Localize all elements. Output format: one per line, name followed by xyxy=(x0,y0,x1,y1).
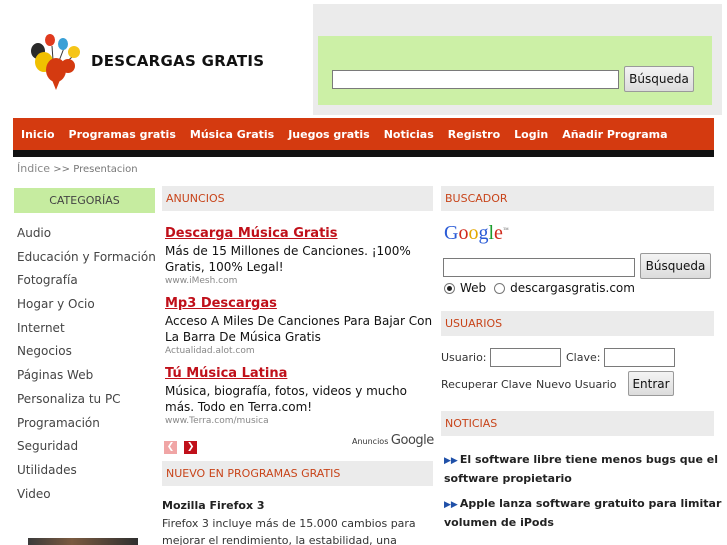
nav-item-anadir-programa[interactable]: Añadir Programa xyxy=(562,128,667,141)
google-logo-letter: g xyxy=(478,222,489,244)
username-label: Usuario: xyxy=(441,351,487,364)
category-utilidades[interactable]: Utilidades xyxy=(17,459,156,483)
username-input[interactable] xyxy=(490,348,561,367)
breadcrumb: Índice >> Presentacion xyxy=(17,162,138,175)
site-search-input[interactable] xyxy=(332,70,619,89)
double-chevron-right-icon: ▶▶ xyxy=(444,456,458,466)
ad-text: Más de 15 Millones de Canciones. ¡100% G… xyxy=(165,244,411,274)
main-nav: Inicio Programas gratis Música Gratis Ju… xyxy=(13,118,714,150)
ad-url[interactable]: www.iMesh.com xyxy=(165,276,435,286)
recover-password-link[interactable]: Recuperar Clave xyxy=(441,378,532,391)
news-item[interactable]: ▶▶ El software libre tiene menos bugs que… xyxy=(444,451,724,487)
ad-title-link[interactable]: Tú Música Latina xyxy=(165,366,435,381)
ad-title-link[interactable]: Mp3 Descargas xyxy=(165,296,435,311)
ad-prev-arrow-icon[interactable]: ❮ xyxy=(164,441,177,454)
nav-item-musica-gratis[interactable]: Música Gratis xyxy=(190,128,274,141)
category-internet[interactable]: Internet xyxy=(17,317,156,341)
site-title: DESCARGAS GRATIS xyxy=(91,52,265,70)
radio-site-label: descargasgratis.com xyxy=(510,281,635,295)
news-item-text: Apple lanza software gratuito para limit… xyxy=(444,497,722,529)
categories-header: CATEGORÍAS xyxy=(14,188,155,213)
balloons-logo-icon xyxy=(31,34,80,90)
ad-item: Tú Música Latina Música, biografía, foto… xyxy=(165,366,435,426)
ad-item: Descarga Música Gratis Más de 15 Millone… xyxy=(165,226,435,286)
news-item[interactable]: ▶▶ Apple lanza software gratuito para lim… xyxy=(444,495,724,531)
password-input[interactable] xyxy=(604,348,675,367)
ads-by-prefix: Anuncios xyxy=(352,437,389,446)
password-label: Clave: xyxy=(566,351,601,364)
category-video[interactable]: Video xyxy=(17,483,156,507)
login-button[interactable]: Entrar xyxy=(628,371,674,396)
ads-header: ANUNCIOS xyxy=(162,186,433,211)
google-logo-letter: G xyxy=(444,222,459,244)
category-fotografia[interactable]: Fotografía xyxy=(17,269,156,293)
google-logo: Google™ xyxy=(444,222,509,245)
buscador-header: BUSCADOR xyxy=(441,186,714,211)
ad-item: Mp3 Descargas Acceso A Miles De Cancione… xyxy=(165,296,435,356)
noticias-header: NOTICIAS xyxy=(441,411,714,436)
category-audio[interactable]: Audio xyxy=(17,222,156,246)
nav-item-login[interactable]: Login xyxy=(514,128,548,141)
breadcrumb-home[interactable]: Índice xyxy=(17,162,50,175)
radio-site[interactable] xyxy=(494,282,506,294)
category-paginas-web[interactable]: Páginas Web xyxy=(17,364,156,388)
site-search-button[interactable]: Búsqueda xyxy=(624,66,694,92)
category-negocios[interactable]: Negocios xyxy=(17,340,156,364)
news-item-text: El software libre tiene menos bugs que e… xyxy=(444,453,719,485)
search-scope-options: Web descargasgratis.com xyxy=(444,281,643,295)
ad-next-arrow-icon[interactable]: ❯ xyxy=(184,441,198,454)
ad-url[interactable]: www.Terra.com/musica xyxy=(165,416,435,426)
google-logo-tm: ™ xyxy=(502,227,509,234)
google-logo-letter: o xyxy=(468,222,479,244)
categories-list: Audio Educación y Formación Fotografía H… xyxy=(17,222,156,506)
nav-item-programas-gratis[interactable]: Programas gratis xyxy=(69,128,176,141)
category-hogar-ocio[interactable]: Hogar y Ocio xyxy=(17,293,156,317)
ad-url[interactable]: Actualidad.alot.com xyxy=(165,346,435,356)
ads-by-google[interactable]: Anuncios Google xyxy=(352,433,434,448)
google-search-input[interactable] xyxy=(443,258,635,277)
breadcrumb-separator: >> xyxy=(53,164,71,175)
radio-web[interactable] xyxy=(444,282,455,294)
ads-by-brand: Google xyxy=(390,433,434,448)
nav-item-noticias[interactable]: Noticias xyxy=(384,128,434,141)
nav-bottom-bar xyxy=(13,150,714,157)
site-logo[interactable]: DESCARGAS GRATIS xyxy=(28,30,288,92)
ad-text: Música, biografía, fotos, videos y mucho… xyxy=(165,384,407,414)
ad-pager: ❮ ❯ xyxy=(164,434,199,454)
category-seguridad[interactable]: Seguridad xyxy=(17,435,156,459)
nav-item-registro[interactable]: Registro xyxy=(448,128,500,141)
new-user-link[interactable]: Nuevo Usuario xyxy=(536,378,617,391)
category-personaliza-pc[interactable]: Personaliza tu PC xyxy=(17,388,156,412)
ad-title-link[interactable]: Descarga Música Gratis xyxy=(165,226,435,241)
double-chevron-right-icon: ▶▶ xyxy=(444,500,458,510)
google-search-button[interactable]: Búsqueda xyxy=(640,253,711,279)
nav-item-inicio[interactable]: Inicio xyxy=(21,128,55,141)
nav-item-juegos-gratis[interactable]: Juegos gratis xyxy=(288,128,370,141)
breadcrumb-current: Presentacion xyxy=(73,164,138,175)
category-educacion[interactable]: Educación y Formación xyxy=(17,246,156,270)
program-title[interactable]: Mozilla Firefox 3 xyxy=(162,499,265,512)
radio-web-label: Web xyxy=(460,281,487,295)
google-logo-letter: o xyxy=(458,222,469,244)
google-logo-letter: e xyxy=(494,222,503,244)
usuarios-header: USUARIOS xyxy=(441,311,714,336)
sidebar-thumbnail-image[interactable] xyxy=(28,538,138,545)
new-programs-header: NUEVO EN PROGRAMAS GRATIS xyxy=(162,461,433,486)
ad-text: Acceso A Miles De Canciones Para Bajar C… xyxy=(165,314,433,344)
program-description: Firefox 3 incluye más de 15.000 cambios … xyxy=(162,517,416,545)
category-programacion[interactable]: Programación xyxy=(17,412,156,436)
